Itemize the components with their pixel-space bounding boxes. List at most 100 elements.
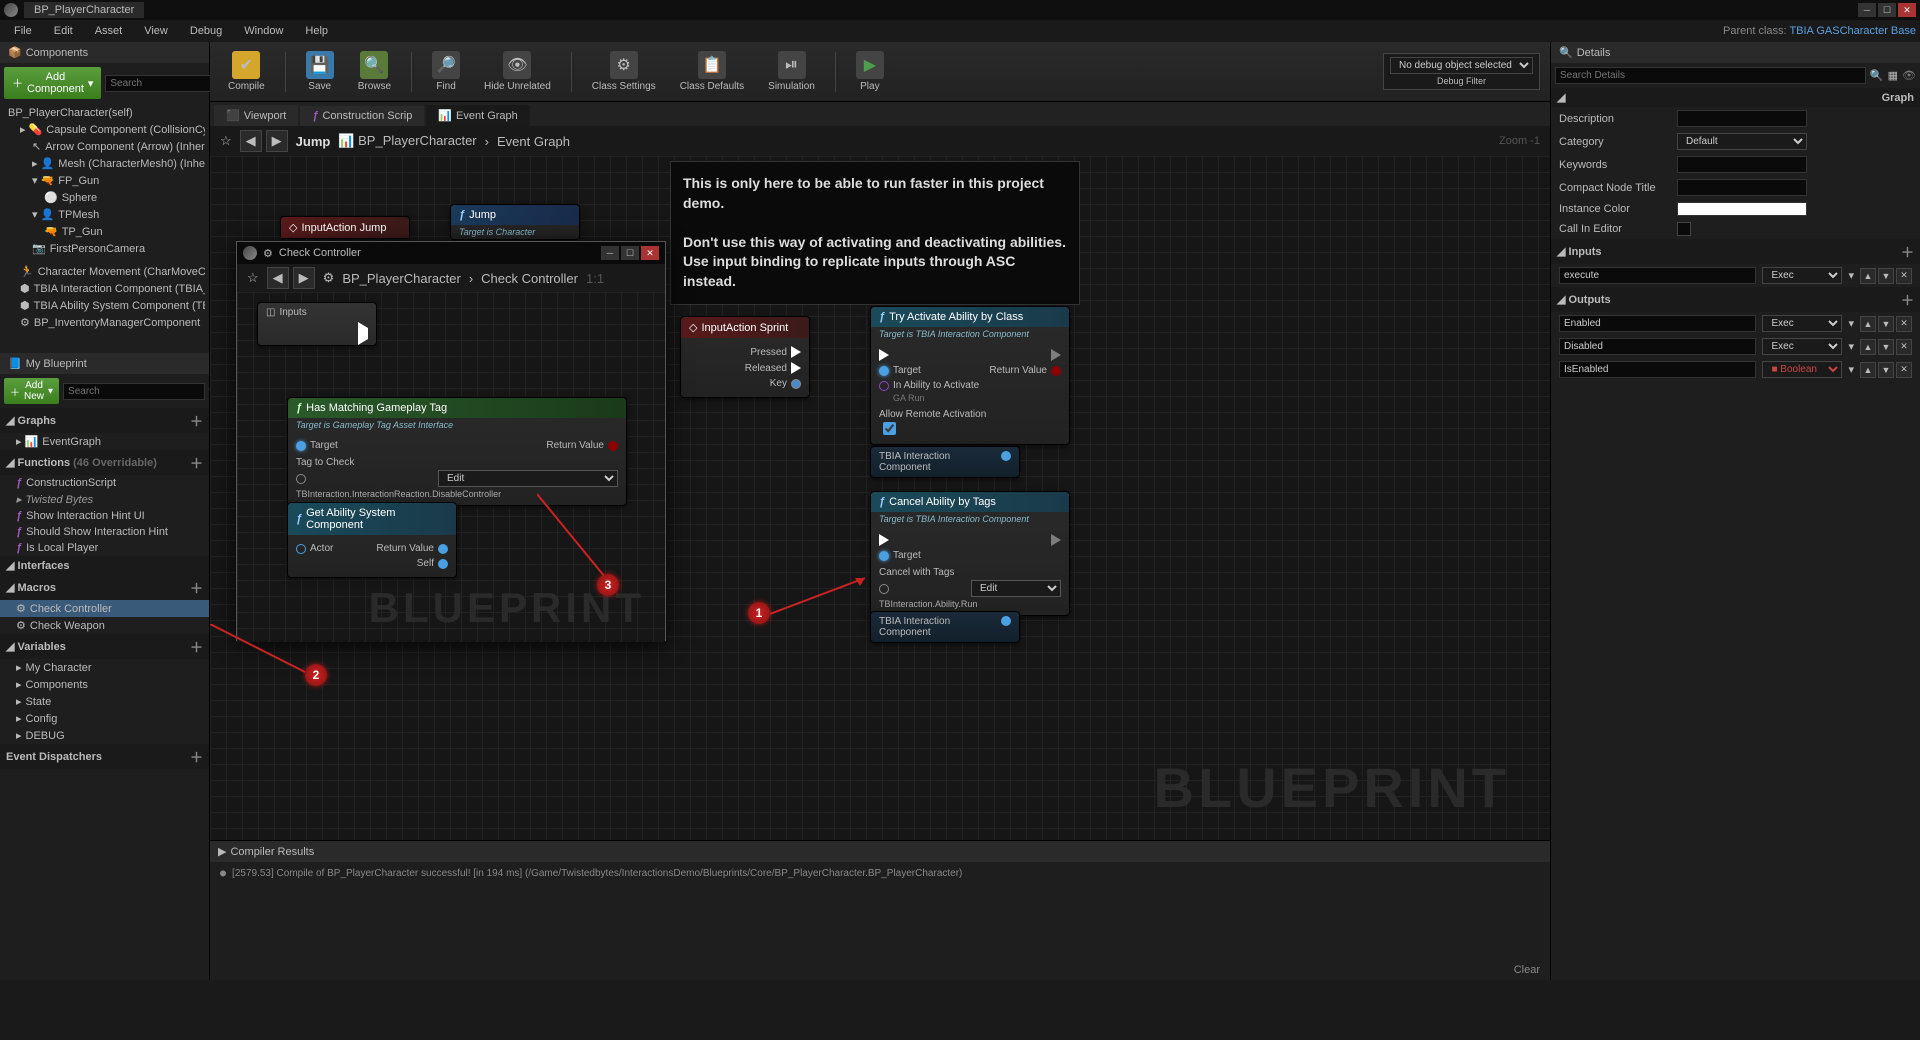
dispatchers-section[interactable]: Event Dispatchers＋: [0, 744, 209, 769]
nav-forward-button[interactable]: ▶: [266, 130, 288, 152]
node-inputaction-jump[interactable]: ◇ InputAction Jump: [280, 216, 410, 239]
node-jump[interactable]: ƒ Jump Target is Character: [450, 204, 580, 240]
details-outputs-section[interactable]: ◢ Outputs＋: [1551, 287, 1920, 312]
param-down-button[interactable]: ▼: [1878, 316, 1894, 332]
param-name-input[interactable]: [1559, 361, 1756, 378]
comment-note[interactable]: This is only here to be able to run fast…: [670, 161, 1080, 305]
menu-view[interactable]: View: [134, 22, 178, 40]
add-variable-icon[interactable]: ＋: [190, 637, 203, 656]
tab-eventgraph[interactable]: 📊 Event Graph: [426, 105, 529, 126]
hide-unrelated-button[interactable]: 👁Hide Unrelated: [476, 47, 559, 96]
node-macro-inputs[interactable]: ◫ Inputs: [257, 302, 377, 346]
param-name-input[interactable]: [1559, 315, 1756, 332]
sub-close-button[interactable]: ✕: [641, 246, 659, 260]
interfaces-section[interactable]: ◢ Interfaces: [0, 556, 209, 575]
compiler-clear-button[interactable]: Clear: [1514, 964, 1540, 976]
play-button[interactable]: ▶Play: [848, 47, 892, 96]
search-icon[interactable]: 🔍: [1870, 69, 1884, 82]
find-button[interactable]: 🔎Find: [424, 47, 468, 96]
sub-breadcrumb-bp[interactable]: BP_PlayerCharacter: [342, 271, 461, 286]
menu-file[interactable]: File: [4, 22, 42, 40]
graph-item-eventgraph[interactable]: ▸ 📊 EventGraph: [0, 433, 209, 450]
class-defaults-button[interactable]: 📋Class Defaults: [672, 47, 752, 96]
menu-help[interactable]: Help: [295, 22, 338, 40]
tab-construction[interactable]: ƒ Construction Scrip: [300, 106, 424, 126]
compiler-results-header[interactable]: ▶ Compiler Results: [210, 841, 1550, 862]
favorite-icon[interactable]: ☆: [247, 270, 259, 286]
variable-category[interactable]: ▸ My Character: [0, 659, 209, 676]
macro-subwindow[interactable]: ⚙ Check Controller ─ ☐ ✕ ☆ ◀ ▶ ⚙ BP_Play…: [236, 241, 666, 641]
macro-item-checkweapon[interactable]: ⚙ Check Weapon: [0, 617, 209, 634]
param-type-select[interactable]: Exec: [1762, 267, 1842, 284]
add-input-icon[interactable]: ＋: [1901, 242, 1914, 261]
node-inputaction-sprint[interactable]: ◇ InputAction Sprint Pressed Released Ke…: [680, 316, 810, 398]
function-item[interactable]: ƒ ConstructionScript: [0, 475, 209, 491]
allow-remote-checkbox[interactable]: [883, 422, 896, 435]
menu-window[interactable]: Window: [234, 22, 293, 40]
param-name-input[interactable]: [1559, 338, 1756, 355]
variable-category[interactable]: ▸ DEBUG: [0, 727, 209, 744]
debug-filter[interactable]: No debug object selected Debug Filter: [1383, 53, 1540, 90]
maximize-button[interactable]: ☐: [1878, 3, 1896, 17]
menu-asset[interactable]: Asset: [85, 22, 133, 40]
function-item[interactable]: ƒ Should Show Interaction Hint: [0, 524, 209, 540]
details-search[interactable]: [1555, 67, 1866, 84]
macros-section[interactable]: ◢ Macros＋: [0, 575, 209, 600]
myblueprint-search[interactable]: [63, 383, 205, 400]
functions-section[interactable]: ◢ Functions (46 Overridable)＋: [0, 450, 209, 475]
component-item[interactable]: ▸ 💊 Capsule Component (CollisionCylinder…: [4, 121, 205, 138]
class-settings-button[interactable]: ⚙Class Settings: [584, 47, 664, 96]
add-output-icon[interactable]: ＋: [1901, 290, 1914, 309]
param-delete-button[interactable]: ✕: [1896, 339, 1912, 355]
component-item[interactable]: ▾ 🔫 FP_Gun: [4, 172, 205, 189]
close-button[interactable]: ✕: [1898, 3, 1916, 17]
variable-category[interactable]: ▸ Config: [0, 710, 209, 727]
compact-title-input[interactable]: [1677, 179, 1807, 196]
myblueprint-panel-header[interactable]: 📘 My Blueprint: [0, 353, 209, 374]
browse-button[interactable]: 🔍Browse: [350, 47, 399, 96]
param-up-button[interactable]: ▲: [1860, 339, 1876, 355]
breadcrumb-bp[interactable]: 📊 BP_PlayerCharacter: [338, 133, 476, 149]
param-container-icon[interactable]: ▾: [1848, 340, 1854, 353]
event-graph-canvas[interactable]: BLUEPRINT This is only here to be able t…: [210, 156, 1550, 840]
add-new-button[interactable]: ＋Add New ▾: [4, 378, 59, 404]
component-item[interactable]: ⬢ TBIA Interaction Component (TBIA_Inter…: [4, 280, 205, 297]
param-up-button[interactable]: ▲: [1860, 362, 1876, 378]
param-delete-button[interactable]: ✕: [1896, 316, 1912, 332]
param-type-select[interactable]: Exec: [1762, 315, 1842, 332]
breadcrumb-graph[interactable]: Event Graph: [497, 134, 570, 149]
function-item[interactable]: ƒ Is Local Player: [0, 540, 209, 556]
node-has-matching-tag[interactable]: ƒ Has Matching Gameplay Tag Target is Ga…: [287, 397, 627, 506]
add-macro-icon[interactable]: ＋: [190, 578, 203, 597]
sub-nav-back[interactable]: ◀: [267, 267, 289, 289]
menu-edit[interactable]: Edit: [44, 22, 83, 40]
node-cancel-ability[interactable]: ƒ Cancel Ability by Tags Target is TBIA …: [870, 491, 1070, 616]
param-name-input[interactable]: [1559, 267, 1756, 284]
param-down-button[interactable]: ▼: [1878, 268, 1894, 284]
category-select[interactable]: Default: [1677, 133, 1807, 150]
node-tbia-component-ref-1[interactable]: TBIA Interaction Component: [870, 446, 1020, 478]
details-panel-header[interactable]: 🔍 Details: [1551, 42, 1920, 63]
instance-color-swatch[interactable]: [1677, 202, 1807, 216]
parent-class-link[interactable]: TBIA GASCharacter Base: [1789, 25, 1916, 37]
save-button[interactable]: 💾Save: [298, 47, 342, 96]
param-type-select[interactable]: ■ Boolean: [1762, 361, 1842, 378]
compile-button[interactable]: ✔Compile: [220, 47, 273, 96]
param-container-icon[interactable]: ▾: [1848, 363, 1854, 376]
param-container-icon[interactable]: ▾: [1848, 317, 1854, 330]
tab-viewport[interactable]: ⬛ Viewport: [214, 105, 298, 126]
debug-object-select[interactable]: No debug object selected: [1390, 57, 1533, 74]
add-graph-icon[interactable]: ＋: [190, 411, 203, 430]
asset-tab[interactable]: BP_PlayerCharacter: [24, 2, 144, 18]
add-function-icon[interactable]: ＋: [190, 453, 203, 472]
component-item[interactable]: 🔫 TP_Gun: [4, 223, 205, 240]
node-get-asc[interactable]: ƒ Get Ability System Component ActorRetu…: [287, 502, 457, 578]
call-in-editor-checkbox[interactable]: [1677, 222, 1691, 236]
minimize-button[interactable]: ─: [1858, 3, 1876, 17]
component-item[interactable]: ⬢ TBIA Ability System Component (TBIA_Al: [4, 297, 205, 314]
sub-minimize-button[interactable]: ─: [601, 246, 619, 260]
simulation-button[interactable]: ⏯Simulation: [760, 47, 823, 96]
component-item[interactable]: ↖ Arrow Component (Arrow) (Inherited): [4, 138, 205, 155]
param-container-icon[interactable]: ▾: [1848, 269, 1854, 282]
param-down-button[interactable]: ▼: [1878, 339, 1894, 355]
